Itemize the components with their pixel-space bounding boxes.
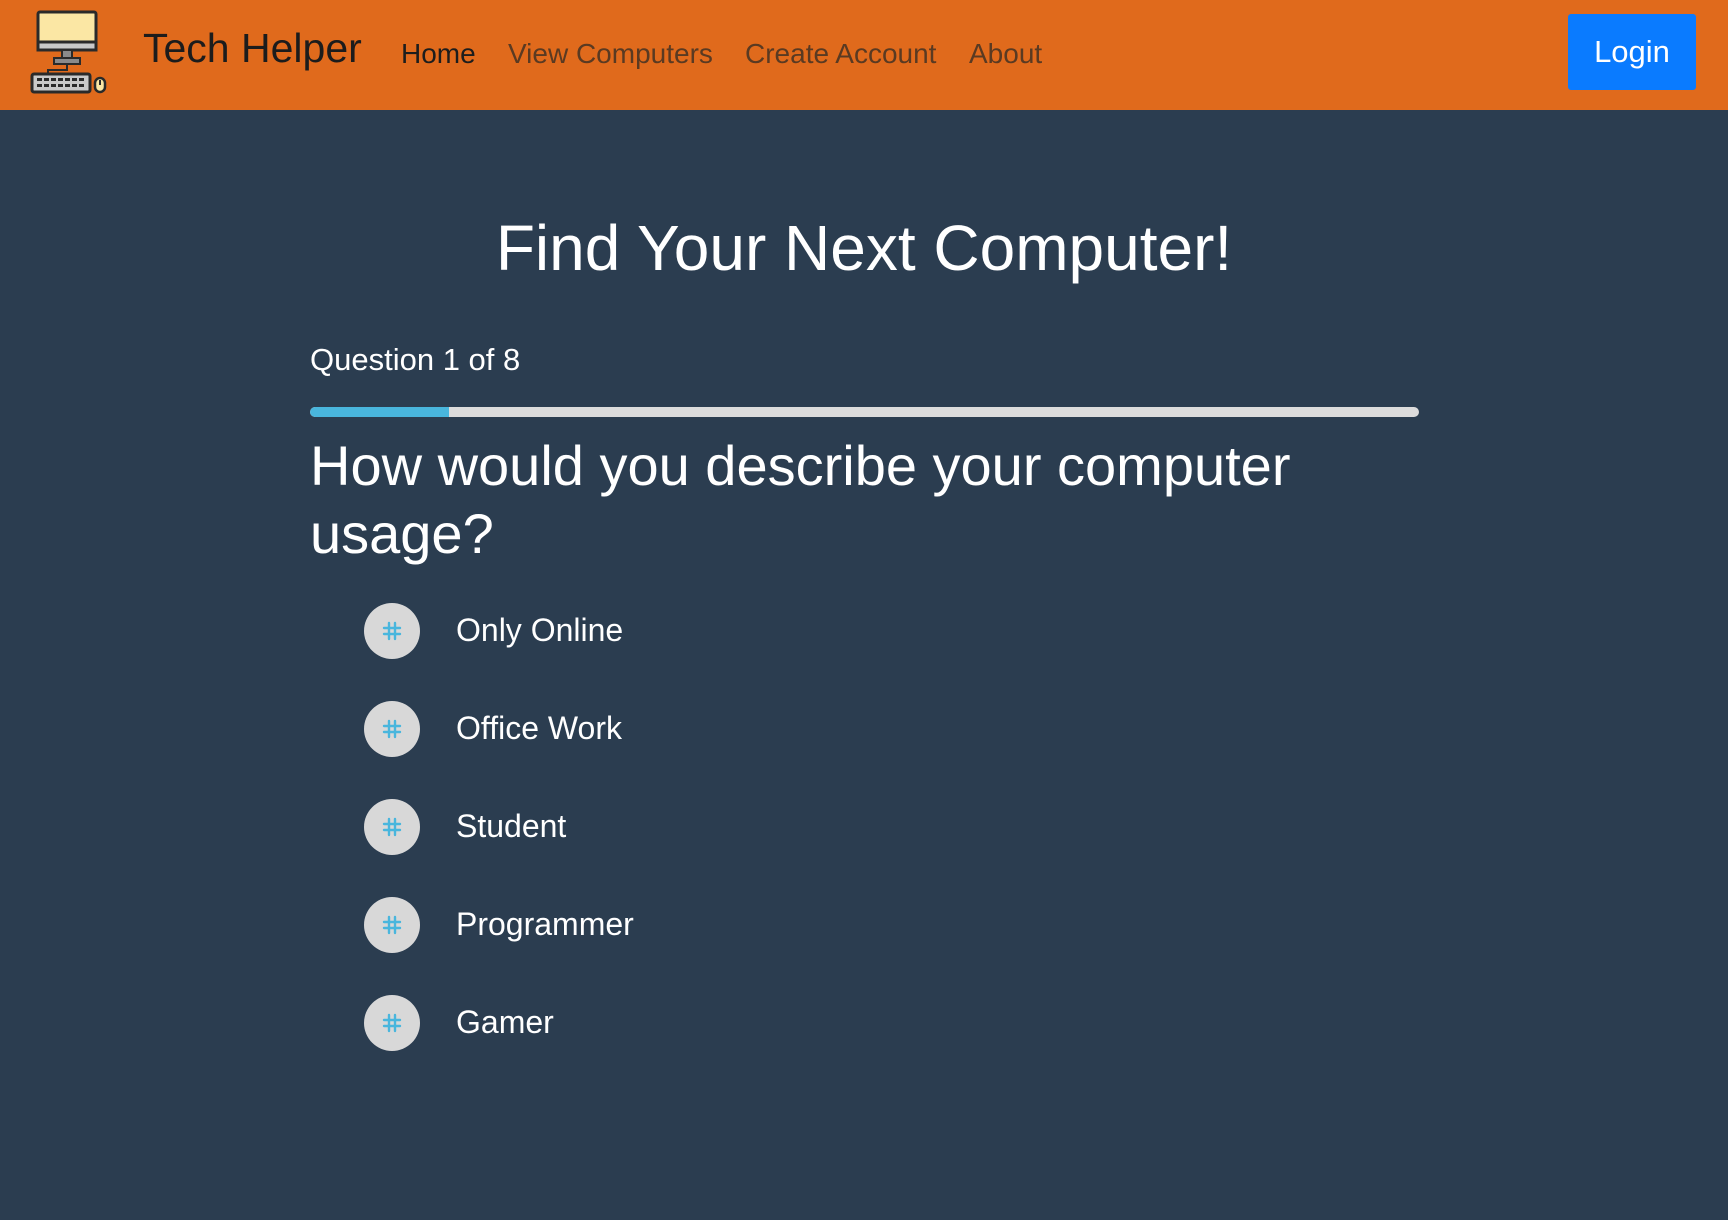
asterisk-icon xyxy=(382,915,402,935)
radio-button[interactable] xyxy=(364,799,420,855)
asterisk-icon xyxy=(382,719,402,739)
question-text: How would you describe your computer usa… xyxy=(310,434,1291,565)
radio-button[interactable] xyxy=(364,995,420,1051)
question-counter: Question 1 of 8 xyxy=(310,342,521,377)
nav-home[interactable]: Home xyxy=(401,34,476,74)
navbar: Tech Helper Home View Computers Create A… xyxy=(0,0,1728,110)
option-label: Programmer xyxy=(456,906,634,942)
asterisk-icon xyxy=(382,817,402,837)
radio-button[interactable] xyxy=(364,603,420,659)
asterisk-icon xyxy=(382,1013,402,1033)
option-label: Student xyxy=(456,808,567,844)
nav-view-computers[interactable]: View Computers xyxy=(508,34,713,74)
page-title: Find Your Next Computer! xyxy=(495,212,1233,284)
progress-bar xyxy=(310,407,1419,417)
radio-button[interactable] xyxy=(364,897,420,953)
nav-about[interactable]: About xyxy=(969,34,1042,74)
radio-button[interactable] xyxy=(364,701,420,757)
option-label: Office Work xyxy=(456,710,622,746)
login-button[interactable]: Login xyxy=(1568,14,1696,90)
option-label: Only Online xyxy=(456,612,624,648)
computer-icon[interactable] xyxy=(30,10,112,96)
progress-fill xyxy=(310,407,449,417)
nav-create-account[interactable]: Create Account xyxy=(745,34,936,74)
brand-name[interactable]: Tech Helper xyxy=(143,22,362,74)
asterisk-icon xyxy=(382,621,402,641)
option-label: Gamer xyxy=(456,1004,554,1040)
